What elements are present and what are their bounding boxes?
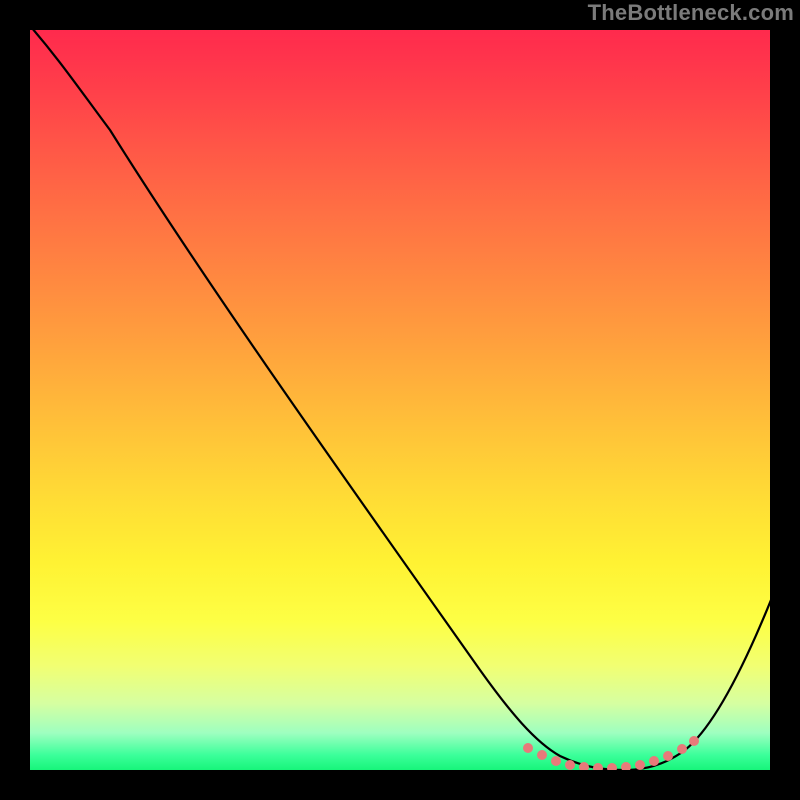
- optimal-region-markers: [523, 736, 699, 770]
- watermark-label: TheBottleneck.com: [588, 0, 794, 26]
- chart-frame: TheBottleneck.com: [0, 0, 800, 800]
- plot-area: [30, 30, 770, 770]
- curve-svg: [30, 30, 770, 770]
- bottleneck-curve-path: [30, 30, 770, 770]
